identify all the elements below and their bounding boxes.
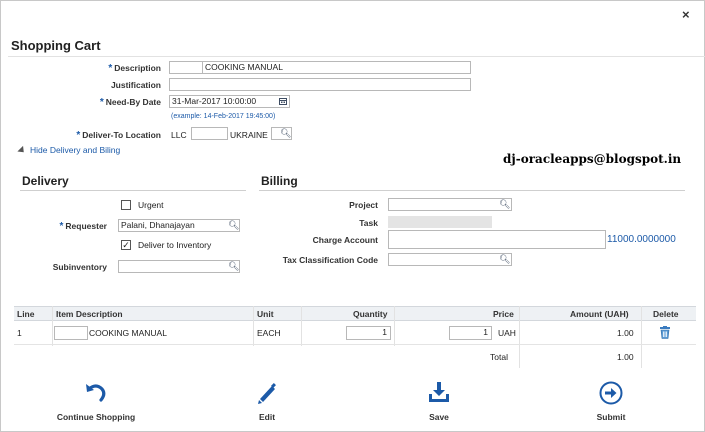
edit-button[interactable]: Edit xyxy=(217,381,317,422)
currency-code: UAH xyxy=(498,328,516,338)
search-icon[interactable]: 🔍︎ xyxy=(499,254,510,264)
total-value: 1.00 xyxy=(617,352,634,362)
required-marker: * xyxy=(108,63,113,74)
disclosure-triangle-icon xyxy=(17,146,27,156)
close-icon[interactable]: × xyxy=(682,7,690,22)
tax-classification-field[interactable] xyxy=(388,253,512,266)
project-field[interactable] xyxy=(388,198,512,211)
col-line: Line xyxy=(17,309,35,319)
requester-field[interactable]: Palani, Dhanajayan xyxy=(118,219,240,232)
table-row: 1 COOKING MANUAL EACH 1 1 UAH 1.00 xyxy=(14,322,696,345)
continue-shopping-button[interactable]: Continue Shopping xyxy=(46,381,146,422)
required-marker: * xyxy=(76,130,81,141)
title-divider xyxy=(8,56,705,57)
search-icon[interactable]: 🔍︎ xyxy=(228,220,239,230)
justification-label: Justification xyxy=(110,80,161,90)
hide-delivery-billing-link[interactable]: Hide Delivery and Biling xyxy=(17,145,121,156)
deliver-to-label-text: Deliver-To Location xyxy=(82,130,161,140)
description-field[interactable]: COOKING MANUAL xyxy=(202,61,471,74)
total-label: Total xyxy=(490,352,508,362)
urgent-checkbox[interactable] xyxy=(121,200,131,210)
price-field[interactable]: 1 xyxy=(449,326,492,340)
item-prefix-field[interactable] xyxy=(54,326,88,340)
col-amount: Amount (UAH) xyxy=(570,309,629,319)
subinventory-label: Subinventory xyxy=(52,262,107,272)
subinventory-field[interactable] xyxy=(118,260,240,273)
arrow-circle-icon xyxy=(561,381,661,407)
charge-account-link[interactable]: 11000.0000000 xyxy=(607,234,676,245)
unit-value: EACH xyxy=(257,328,281,338)
continue-shopping-label: Continue Shopping xyxy=(56,412,136,422)
shopping-cart-dialog: × Shopping Cart * Description COOKING MAN… xyxy=(0,0,705,432)
pencil-icon xyxy=(217,381,317,407)
justification-field[interactable] xyxy=(169,78,471,91)
delivery-divider xyxy=(20,190,246,191)
deliver-to-code-field[interactable] xyxy=(191,127,228,140)
item-description: COOKING MANUAL xyxy=(89,328,167,338)
search-icon[interactable]: 🔍︎ xyxy=(499,199,510,209)
need-by-date-field[interactable]: 31-Mar-2017 10:00:00 xyxy=(169,95,290,108)
submit-label: Submit xyxy=(596,412,626,422)
description-label: * Description xyxy=(61,63,161,74)
page-title: Shopping Cart xyxy=(11,38,101,53)
tax-classification-label: Tax Classification Code xyxy=(282,255,378,265)
table-header: Line Item Description Unit Quantity Pric… xyxy=(14,306,696,321)
task-field xyxy=(388,216,492,228)
trash-icon[interactable] xyxy=(659,326,671,341)
col-delete: Delete xyxy=(653,309,679,319)
submit-button[interactable]: Submit xyxy=(561,381,661,422)
delivery-heading: Delivery xyxy=(22,174,69,188)
amount-value: 1.00 xyxy=(617,328,634,338)
requester-label-text: Requester xyxy=(65,221,107,231)
required-marker: * xyxy=(59,221,64,232)
task-label: Task xyxy=(359,218,378,228)
requester-label: * Requester xyxy=(21,221,107,232)
line-number: 1 xyxy=(17,328,22,338)
deliver-to-prefix: LLC xyxy=(171,130,187,140)
need-by-label-text: Need-By Date xyxy=(105,97,161,107)
save-label: Save xyxy=(429,412,449,422)
required-marker: * xyxy=(99,97,104,108)
edit-label: Edit xyxy=(258,412,276,422)
billing-heading: Billing xyxy=(261,174,298,188)
watermark-text: dj-oracleapps@blogspot.in xyxy=(503,152,682,166)
deliver-to-inventory-checkbox[interactable]: ✓ xyxy=(121,240,131,250)
search-icon[interactable]: 🔍︎ xyxy=(228,261,239,271)
col-unit: Unit xyxy=(257,309,274,319)
charge-account-label: Charge Account xyxy=(312,235,378,245)
deliver-to-location-label: * Deliver-To Location xyxy=(61,130,161,141)
urgent-label: Urgent xyxy=(138,200,164,210)
description-prefix-field[interactable] xyxy=(169,61,203,74)
charge-account-field[interactable] xyxy=(388,230,606,249)
deliver-to-inventory-label: Deliver to Inventory xyxy=(138,240,212,250)
undo-arrow-icon xyxy=(46,381,146,407)
col-price: Price xyxy=(493,309,514,319)
quantity-field[interactable]: 1 xyxy=(346,326,391,340)
calendar-icon[interactable] xyxy=(279,97,288,108)
download-tray-icon xyxy=(389,381,489,407)
hide-delivery-billing-text: Hide Delivery and Biling xyxy=(30,145,121,155)
save-button[interactable]: Save xyxy=(389,381,489,422)
deliver-to-location-value: UKRAINE xyxy=(230,130,268,140)
billing-divider xyxy=(259,190,685,191)
project-label: Project xyxy=(349,200,378,210)
need-by-date-label: * Need-By Date xyxy=(61,97,161,108)
need-by-date-hint: (example: 14-Feb-2017 19:45:00) xyxy=(171,113,276,120)
col-quantity: Quantity xyxy=(353,309,388,319)
search-icon[interactable]: 🔍︎ xyxy=(280,128,291,138)
total-row: Total 1.00 xyxy=(14,346,696,368)
col-item-description: Item Description xyxy=(56,309,123,319)
description-label-text: Description xyxy=(114,63,161,73)
